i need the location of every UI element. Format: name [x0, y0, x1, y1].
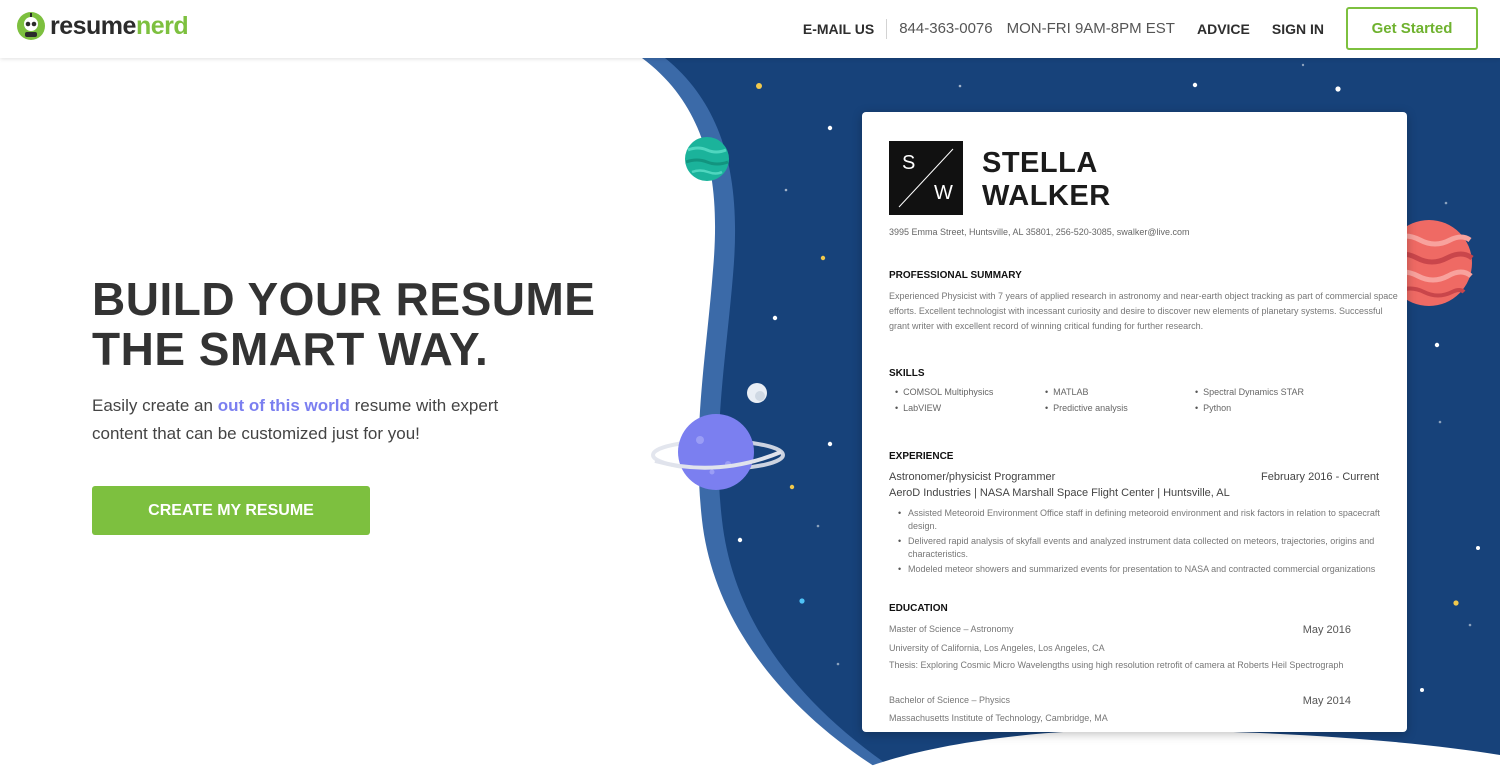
edu1-date: May 2016	[1302, 624, 1351, 636]
advice-link[interactable]: ADVICE	[1197, 21, 1250, 37]
job-title: Astronomer/physicist Programmer	[889, 471, 1056, 483]
skill-item: Spectral Dynamics STAR	[1195, 387, 1375, 397]
logo-part-resume: resume	[50, 11, 136, 40]
edu2-date: May 2014	[1302, 695, 1351, 707]
sign-in-link[interactable]: SIGN IN	[1272, 21, 1324, 37]
monogram-first-initial: S	[902, 152, 916, 174]
skills-heading: SKILLS	[889, 368, 925, 379]
nav-divider	[886, 18, 888, 39]
email-us-link[interactable]: E-MAIL US	[803, 21, 874, 37]
sample-resume-card: S W STELLA WALKER 3995 Emma Street, Hunt…	[862, 112, 1407, 732]
hero-title: BUILD YOUR RESUME THE SMART WAY.	[92, 274, 652, 374]
job-title-row: Astronomer/physicist Programmer February…	[889, 471, 1379, 483]
skill-item: COMSOL Multiphysics	[895, 387, 1045, 397]
logo-part-nerd: nerd	[135, 11, 189, 40]
skill-item: MATLAB	[1045, 387, 1195, 397]
skill-item: LabVIEW	[895, 403, 1045, 413]
edu2-degree: Bachelor of Science – Physics	[889, 695, 1011, 705]
edu1-thesis: Thesis: Exploring Cosmic Micro Wavelengt…	[889, 660, 1344, 670]
education-row-2: Bachelor of Science – Physics May 2014	[889, 695, 1351, 707]
resume-last-name: WALKER	[982, 180, 1111, 212]
hero-title-line-2: THE SMART WAY.	[92, 323, 489, 375]
skills-list: COMSOL Multiphysics MATLAB Spectral Dyna…	[895, 387, 1375, 413]
skill-item: Predictive analysis	[1045, 403, 1195, 413]
robot-logo-icon	[17, 12, 45, 40]
support-hours: MON-FRI 9AM-8PM EST	[1006, 20, 1175, 37]
edu2-school: Massachusetts Institute of Technology, C…	[889, 713, 1108, 723]
job-bullet: Modeled meteor showers and summarized ev…	[898, 563, 1393, 576]
phone-number[interactable]: 844-363-0076	[899, 20, 992, 37]
blue-star	[799, 598, 805, 604]
monogram-last-initial: W	[934, 182, 953, 204]
job-bullets: Assisted Meteoroid Environment Office st…	[898, 507, 1393, 579]
site-header: resumenerd E-MAIL US 844-363-0076 MON-FR…	[0, 0, 1500, 58]
job-company: AeroD Industries | NASA Marshall Space F…	[889, 487, 1230, 499]
hero-title-line-1: BUILD YOUR RESUME	[92, 273, 596, 325]
education-heading: EDUCATION	[889, 603, 948, 614]
job-bullet: Assisted Meteoroid Environment Office st…	[898, 507, 1393, 532]
logo[interactable]: resumenerd	[16, 11, 189, 41]
summary-text: Experienced Physicist with 7 years of ap…	[889, 291, 1398, 331]
get-started-button[interactable]: Get Started	[1346, 7, 1478, 50]
hero-subtitle-accent: out of this world	[217, 396, 350, 415]
skill-item: Python	[1195, 403, 1375, 413]
teal-planet	[685, 137, 729, 181]
job-dates: February 2016 - Current	[1261, 471, 1379, 483]
resume-contact: 3995 Emma Street, Huntsville, AL 35801, …	[889, 227, 1190, 237]
edu1-school: University of California, Los Angeles, L…	[889, 643, 1105, 653]
resume-first-name: STELLA	[982, 147, 1098, 179]
resume-name: STELLA WALKER	[982, 147, 1111, 213]
job-bullet: Delivered rapid analysis of skyfall even…	[898, 535, 1393, 560]
top-nav: E-MAIL US 844-363-0076 MON-FRI 9AM-8PM E…	[803, 7, 1478, 50]
hero-subtitle-start: Easily create an	[92, 396, 218, 415]
job-company-row: AeroD Industries | NASA Marshall Space F…	[889, 487, 1379, 499]
hero-subtitle: Easily create an out of this world resum…	[92, 392, 552, 448]
resume-monogram: S W	[889, 141, 963, 215]
create-my-resume-button[interactable]: CREATE MY RESUME	[92, 486, 370, 535]
edu1-degree: Master of Science – Astronomy	[889, 624, 1014, 634]
experience-heading: EXPERIENCE	[889, 451, 954, 462]
summary-heading: PROFESSIONAL SUMMARY	[889, 270, 1022, 281]
education-row-1: Master of Science – Astronomy May 2016	[889, 624, 1351, 636]
logo-wordmark: resumenerd	[50, 11, 189, 41]
